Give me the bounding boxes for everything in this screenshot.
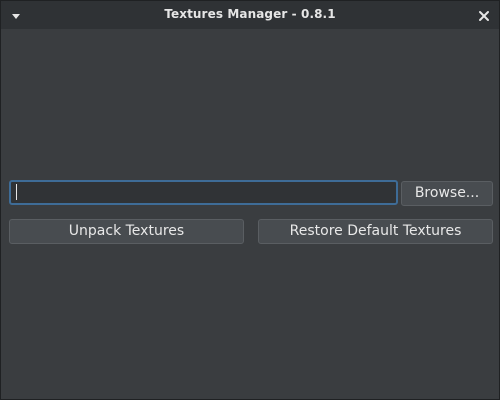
- path-input[interactable]: [9, 180, 398, 205]
- title-bar[interactable]: Textures Manager - 0.8.1: [1, 1, 499, 29]
- window-title: Textures Manager - 0.8.1: [164, 7, 336, 21]
- browse-button[interactable]: Browse...: [401, 181, 493, 206]
- unpack-textures-button[interactable]: Unpack Textures: [9, 219, 244, 244]
- text-cursor: [16, 184, 17, 200]
- app-window: Textures Manager - 0.8.1 Browse... Unpac…: [0, 0, 500, 400]
- close-icon[interactable]: [477, 8, 491, 22]
- restore-default-textures-button[interactable]: Restore Default Textures: [258, 219, 493, 244]
